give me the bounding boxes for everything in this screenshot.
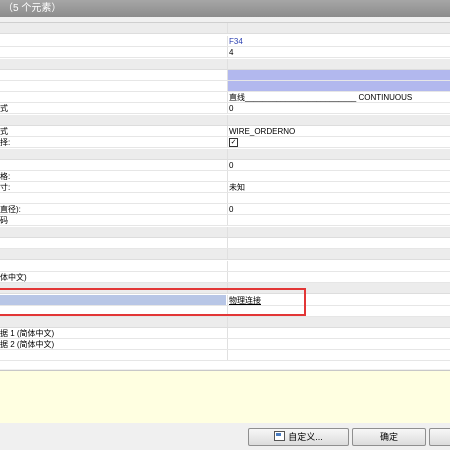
property-name bbox=[0, 81, 226, 91]
property-value[interactable]: WIRE_ORDERNO bbox=[227, 126, 450, 136]
property-value[interactable]: 直线_________________________ CONTINUOUS bbox=[227, 92, 450, 102]
property-value[interactable] bbox=[227, 328, 450, 338]
property-value[interactable] bbox=[227, 81, 450, 91]
property-row[interactable]: 择: ✓ bbox=[0, 137, 450, 148]
property-value[interactable]: 4 bbox=[227, 47, 450, 57]
property-name bbox=[0, 238, 226, 248]
title-text: （5 个元素） bbox=[3, 3, 62, 14]
dialog-footer: 自定义... 确定 bbox=[0, 423, 450, 450]
property-row[interactable] bbox=[0, 238, 450, 249]
property-value[interactable] bbox=[227, 193, 450, 203]
property-value[interactable] bbox=[227, 261, 450, 271]
title-bar: （5 个元素） bbox=[0, 0, 450, 17]
property-row[interactable] bbox=[0, 81, 450, 92]
category-row bbox=[0, 23, 450, 34]
property-row[interactable]: 式0 bbox=[0, 103, 450, 114]
property-value[interactable]: ✓ bbox=[227, 137, 450, 147]
property-row[interactable]: 0 bbox=[0, 160, 450, 171]
property-name bbox=[0, 23, 226, 33]
property-value[interactable] bbox=[227, 238, 450, 248]
property-name bbox=[0, 92, 226, 102]
property-name bbox=[0, 249, 226, 259]
red-highlight-box bbox=[0, 288, 306, 316]
property-value bbox=[227, 227, 450, 237]
property-row[interactable]: 式 WIRE_ORDERNO bbox=[0, 126, 450, 137]
property-value[interactable] bbox=[227, 339, 450, 349]
property-row[interactable]: 寸: 未知 bbox=[0, 182, 450, 193]
property-value[interactable]: F34 bbox=[227, 36, 450, 46]
customize-label: 自定义... bbox=[288, 432, 323, 442]
property-name bbox=[0, 350, 226, 360]
property-value bbox=[227, 249, 450, 259]
property-name bbox=[0, 47, 226, 57]
property-name: 据 1 (简体中文) bbox=[0, 329, 55, 338]
dialog-icon bbox=[274, 431, 286, 441]
property-name: 码 bbox=[0, 216, 8, 225]
property-value bbox=[227, 149, 450, 159]
property-name: 格: bbox=[0, 172, 11, 181]
property-name bbox=[0, 59, 226, 69]
property-row[interactable]: 码 bbox=[0, 215, 450, 226]
property-row[interactable]: 格: bbox=[0, 171, 450, 182]
property-row[interactable]: 直线_________________________ CONTINUOUS bbox=[0, 92, 450, 103]
property-value[interactable]: 未知 bbox=[227, 182, 450, 192]
property-row[interactable] bbox=[0, 70, 450, 81]
category-row bbox=[0, 227, 450, 238]
property-row[interactable]: 体中文) bbox=[0, 272, 450, 283]
property-value bbox=[227, 115, 450, 125]
property-value[interactable]: 0 bbox=[227, 160, 450, 170]
property-row[interactable]: F34 bbox=[0, 36, 450, 47]
property-name bbox=[0, 261, 226, 271]
ok-button[interactable]: 确定 bbox=[352, 428, 426, 446]
property-name bbox=[0, 70, 226, 80]
property-name: 式 bbox=[0, 127, 8, 136]
property-name: 据 2 (简体中文) bbox=[0, 340, 55, 349]
property-row[interactable]: 直径): 0 bbox=[0, 204, 450, 215]
category-row bbox=[0, 115, 450, 126]
property-row[interactable] bbox=[0, 193, 450, 204]
property-name bbox=[0, 160, 226, 170]
property-value[interactable] bbox=[227, 70, 450, 80]
property-name: 直径): bbox=[0, 205, 21, 214]
property-value[interactable]: 0 bbox=[227, 204, 450, 214]
property-row[interactable]: 据 1 (简体中文) bbox=[0, 328, 450, 339]
property-row[interactable] bbox=[0, 350, 450, 361]
description-panel bbox=[0, 370, 450, 424]
category-row bbox=[0, 59, 450, 70]
property-grid: F34 4 直线_________________________ CONTINUO… bbox=[0, 22, 450, 369]
property-name: 择: bbox=[0, 138, 11, 147]
property-value bbox=[227, 317, 450, 327]
property-row[interactable]: 4 bbox=[0, 47, 450, 58]
customize-button[interactable]: 自定义... bbox=[248, 428, 349, 446]
property-value bbox=[227, 23, 450, 33]
property-value[interactable] bbox=[227, 350, 450, 360]
property-row[interactable] bbox=[0, 261, 450, 272]
property-name: 体中文) bbox=[0, 273, 27, 282]
property-value[interactable]: 0 bbox=[227, 103, 450, 113]
property-value bbox=[227, 59, 450, 69]
ok-label: 确定 bbox=[379, 432, 398, 442]
property-name: 寸: bbox=[0, 183, 11, 192]
property-name bbox=[0, 149, 226, 159]
category-row bbox=[0, 317, 450, 328]
property-name bbox=[0, 227, 226, 237]
property-value[interactable] bbox=[227, 171, 450, 181]
cancel-button-partial[interactable] bbox=[429, 428, 450, 446]
checkbox[interactable]: ✓ bbox=[229, 138, 238, 147]
property-name: 式 bbox=[0, 104, 8, 113]
property-value[interactable] bbox=[227, 215, 450, 225]
property-value[interactable] bbox=[227, 272, 450, 282]
property-name bbox=[0, 193, 226, 203]
category-row bbox=[0, 149, 450, 160]
property-name bbox=[0, 36, 226, 46]
property-name bbox=[0, 317, 226, 327]
property-row[interactable]: 据 2 (简体中文) bbox=[0, 339, 450, 350]
category-row bbox=[0, 249, 450, 260]
property-name bbox=[0, 115, 226, 125]
